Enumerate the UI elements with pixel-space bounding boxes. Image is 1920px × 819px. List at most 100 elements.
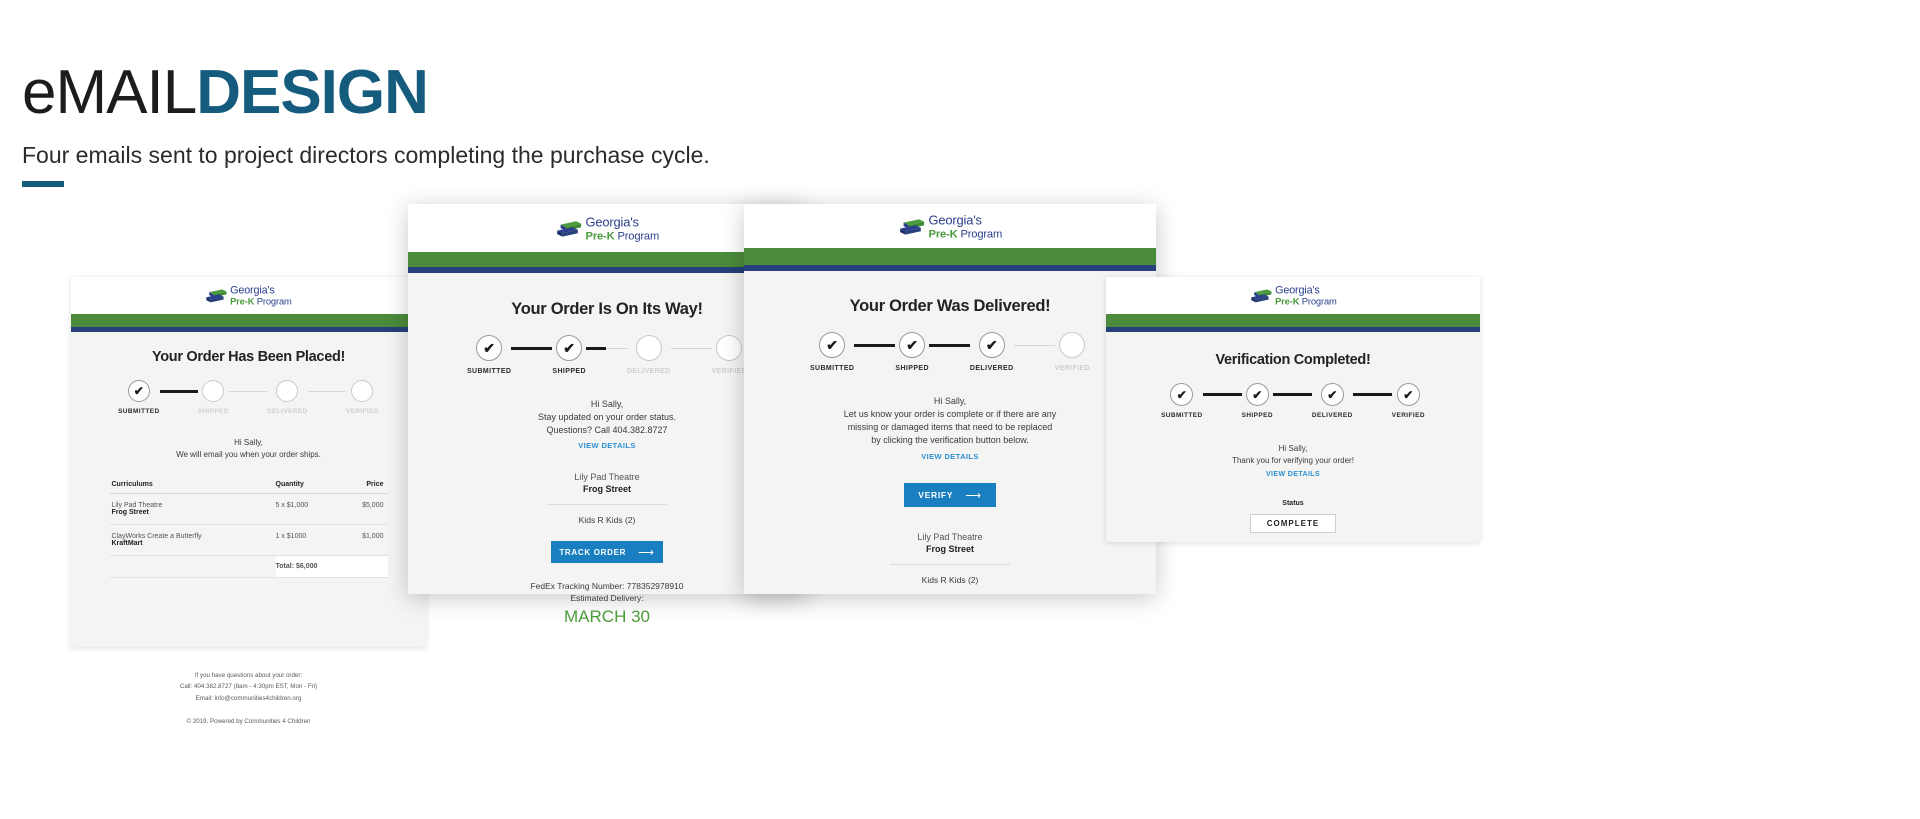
connector-2b — [605, 348, 627, 349]
step-submitted-circle: ✔ — [819, 332, 846, 358]
email1-logo-area: Georgia's Pre-K Program — [71, 277, 426, 314]
logo-georgias-text: Georgia's — [585, 214, 639, 230]
email1-body-text: We will email you when your order ships. — [176, 450, 321, 459]
email-card-verification-complete: Georgia's Pre-K Program Verification Com… — [1106, 277, 1480, 542]
step-submitted: ✔ SUBMITTED — [118, 380, 160, 415]
step-shipped-label: SHIPPED — [197, 408, 229, 415]
step-submitted: ✔ SUBMITTED — [467, 335, 511, 375]
email2-divider — [547, 504, 667, 505]
step-shipped-label: SHIPPED — [552, 368, 586, 375]
check-icon: ✔ — [1327, 387, 1338, 402]
item-price: $5,000 — [341, 493, 388, 525]
footer-questions-line: If you have questions about your order: — [194, 672, 303, 679]
email3-greeting: Hi Sally, — [933, 396, 967, 406]
item-quantity: 5 x $1,000 — [275, 493, 342, 525]
item-vendor: KraftMart — [111, 540, 143, 547]
logo-prek-text: Pre-K — [1274, 295, 1300, 307]
connector-1 — [854, 344, 896, 347]
step-delivered-circle: ✔ — [978, 332, 1005, 358]
page-title-bold: DESIGN — [196, 58, 429, 127]
logo-program-text: Program — [960, 226, 1002, 240]
step-submitted-label: SUBMITTED — [1161, 412, 1203, 419]
email4-greeting: Hi Sally, — [1278, 444, 1308, 453]
connector-2 — [1272, 393, 1312, 396]
step-delivered-circle — [635, 335, 662, 361]
check-icon: ✔ — [985, 336, 998, 353]
table-total-row: Total: $6,000 — [109, 555, 388, 578]
email1-progress-stepper: ✔ SUBMITTED SHIPPED DELIVERED VERIFIED — [71, 380, 426, 415]
step-submitted-label: SUBMITTED — [466, 368, 512, 375]
step-verified-label: VERIFIED — [345, 408, 379, 415]
step-verified: VERIFIED — [712, 335, 747, 375]
step-delivered-label: DELIVERED — [1311, 412, 1353, 419]
email3-school-name: Lily Pad Theatre — [917, 532, 983, 542]
logo-georgias-text: Georgia's — [1274, 284, 1320, 297]
step-shipped-label: SHIPPED — [1241, 412, 1273, 419]
logo-prek-text: Pre-K — [230, 295, 255, 307]
step-shipped-circle: ✔ — [556, 335, 583, 361]
email3-logo-area: Georgia's Pre-K Program — [744, 204, 1156, 248]
page-subtitle: Four emails sent to project directors co… — [22, 142, 710, 168]
email3-body-line2: missing or damaged items that need to be… — [847, 422, 1053, 432]
step-submitted-label: SUBMITTED — [809, 365, 855, 372]
email1-body: Your Order Has Been Placed! ✔ SUBMITTED … — [71, 332, 426, 647]
footer-phone-line: Call: 404.382.8727 (8am - 4:30pm EST, Mo… — [179, 683, 318, 691]
check-icon: ✔ — [133, 384, 144, 398]
logo-georgias-text: Georgia's — [928, 212, 982, 228]
email3-view-details-link[interactable]: VIEW DETAILS — [744, 452, 1156, 461]
step-submitted: ✔ SUBMITTED — [1161, 383, 1203, 419]
email4-body: Verification Completed! ✔ SUBMITTED ✔ SH… — [1106, 332, 1480, 542]
item-name-cell: ClayWorks Create a Butterfly KraftMart — [109, 524, 276, 556]
total-spacer-cell — [109, 555, 276, 578]
verify-button[interactable]: VERIFY ⟶ — [904, 483, 996, 507]
email4-title: Verification Completed! — [1215, 352, 1371, 368]
step-shipped: ✔ SHIPPED — [895, 332, 929, 372]
step-shipped-circle — [202, 380, 225, 402]
step-shipped: ✔ SHIPPED — [1242, 383, 1273, 419]
step-verified: ✔ VERIFIED — [1392, 383, 1425, 419]
connector-1 — [1202, 393, 1242, 396]
email3-body: Your Order Was Delivered! ✔ SUBMITTED ✔ … — [744, 271, 1156, 594]
page-title-light: eMAIL — [22, 58, 197, 127]
item-name-cell: Lily Pad Theatre Frog Street — [109, 493, 276, 525]
step-submitted-label: SUBMITTED — [118, 408, 160, 415]
connector-2 — [928, 344, 970, 347]
email1-green-bar — [71, 314, 426, 327]
logo-program-text: Program — [257, 295, 292, 307]
email4-view-details-link[interactable]: VIEW DETAILS — [1106, 471, 1480, 478]
connector-2 — [585, 347, 606, 350]
connector-1 — [511, 347, 553, 350]
item-vendor: Frog Street — [111, 509, 149, 516]
item-price: $1,000 — [341, 524, 388, 556]
connector-3 — [307, 391, 346, 392]
step-verified: VERIFIED — [346, 380, 379, 415]
email1-greeting: Hi Sally, — [234, 438, 263, 447]
connector-1 — [159, 390, 198, 393]
step-delivered: ✔ DELIVERED — [970, 332, 1014, 372]
email4-green-bar — [1106, 314, 1480, 327]
email3-title: Your Order Was Delivered! — [849, 297, 1051, 315]
email4-progress-stepper: ✔ SUBMITTED ✔ SHIPPED ✔ DELIVERED ✔ VERI… — [1106, 383, 1480, 419]
email1-order-table: Curriculums Quantity Price Lily Pad Thea… — [109, 481, 388, 578]
item-quantity: 1 x $1000 — [275, 524, 342, 556]
step-verified-circle — [716, 335, 743, 361]
step-verified-circle: ✔ — [1396, 383, 1420, 406]
email4-body-text: Thank you for verifying your order! — [1232, 456, 1354, 465]
step-shipped-circle: ✔ — [1245, 383, 1269, 406]
table-header-row: Curriculums Quantity Price — [109, 481, 388, 494]
email4-logo-area: Georgia's Pre-K Program — [1106, 277, 1480, 314]
logo-books-icon — [1251, 289, 1272, 302]
email2-estimated-label: Estimated Delivery: — [570, 593, 644, 603]
georgia-prek-logo: Georgia's Pre-K Program — [898, 214, 1002, 239]
georgia-prek-logo: Georgia's Pre-K Program — [1250, 285, 1337, 306]
connector-3 — [1013, 345, 1055, 346]
step-shipped: SHIPPED — [198, 380, 229, 415]
track-order-button[interactable]: TRACK ORDER ⟶ — [551, 541, 663, 563]
logo-prek-text: Pre-K — [928, 226, 958, 240]
table-header-curriculums: Curriculums — [109, 481, 276, 494]
connector-3 — [670, 348, 712, 349]
arrow-right-icon: ⟶ — [638, 546, 655, 559]
step-submitted: ✔ SUBMITTED — [810, 332, 854, 372]
item-name: ClayWorks Create a Butterfly — [111, 533, 202, 540]
email4-status-label: Status — [1282, 500, 1304, 507]
